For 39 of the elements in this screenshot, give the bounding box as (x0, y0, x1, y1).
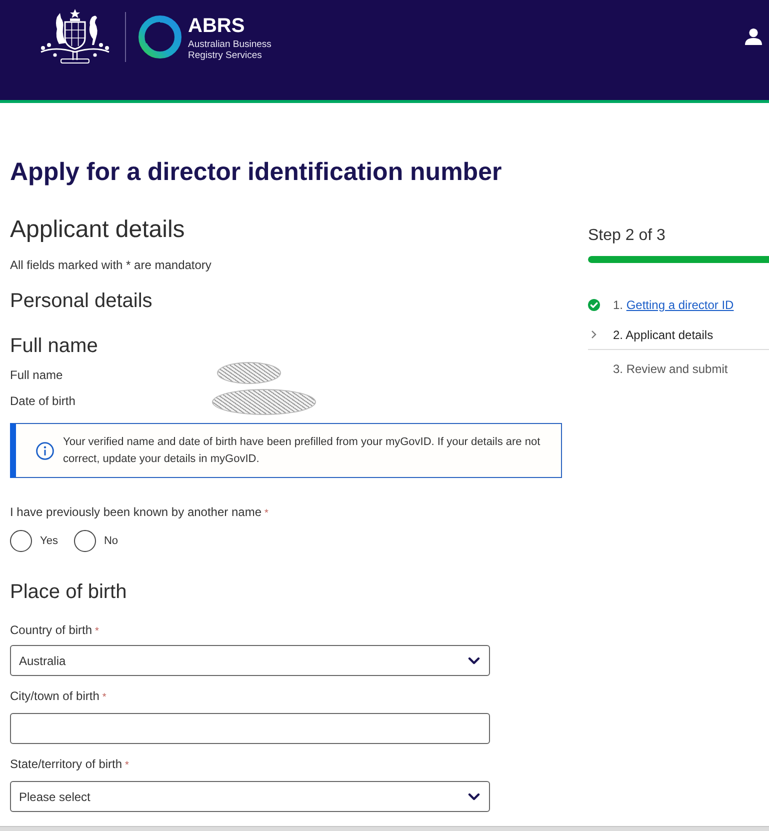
section-heading: Applicant details (10, 215, 185, 245)
user-icon[interactable] (745, 28, 762, 45)
radio-button[interactable] (74, 530, 96, 552)
chevron-right-icon (591, 330, 597, 339)
check-circle-icon (588, 299, 600, 311)
subsection-heading: Place of birth (10, 580, 127, 605)
mandatory-note: All fields marked with * are mandatory (10, 257, 212, 273)
field-label: Country of birth (10, 622, 92, 638)
ring-logo (138, 15, 182, 59)
subsection-heading: Personal details (10, 289, 152, 314)
page-title: Apply for a director identification number (10, 157, 503, 188)
brand-name: ABRS (188, 16, 246, 37)
required-asterisk: * (95, 625, 99, 639)
chevron-down-icon (468, 656, 480, 664)
field-label: City/town of birth (10, 688, 100, 704)
step-label: 1. Getting a director ID (613, 297, 734, 313)
field-label: I have previously been known by another name (10, 504, 262, 520)
required-asterisk: * (264, 507, 268, 521)
radio-label[interactable]: Yes (40, 533, 58, 549)
dropdown-field[interactable]: Australia (10, 645, 490, 676)
field-label: Full name (10, 367, 64, 383)
required-asterisk: * (102, 691, 106, 705)
subsection-heading: Full name (10, 334, 98, 359)
step-counter: Step 2 of 3 (588, 226, 666, 246)
chevron-down-icon (468, 792, 480, 800)
horizontal-scrollbar[interactable] (0, 826, 769, 831)
step-label: 2. Applicant details (613, 326, 714, 342)
radio-button[interactable] (10, 530, 32, 552)
step-label: 3. Review and submit (613, 361, 728, 377)
text-input[interactable] (10, 713, 490, 744)
field-label: State/territory of birth (10, 756, 122, 772)
brand-tagline: Australian Business Registry Services (188, 39, 272, 61)
dropdown-field[interactable]: Please select (10, 781, 490, 812)
info-icon (36, 442, 54, 460)
required-asterisk: * (125, 759, 129, 773)
info-message: Your verified name and date of birth have been prefilled from your myGovID. If your details are not correct, update your details in myGovID. (63, 434, 542, 466)
step-link[interactable]: Getting a director ID (626, 298, 734, 312)
field-label: Date of birth (10, 393, 76, 409)
radio-label[interactable]: No (104, 533, 118, 549)
